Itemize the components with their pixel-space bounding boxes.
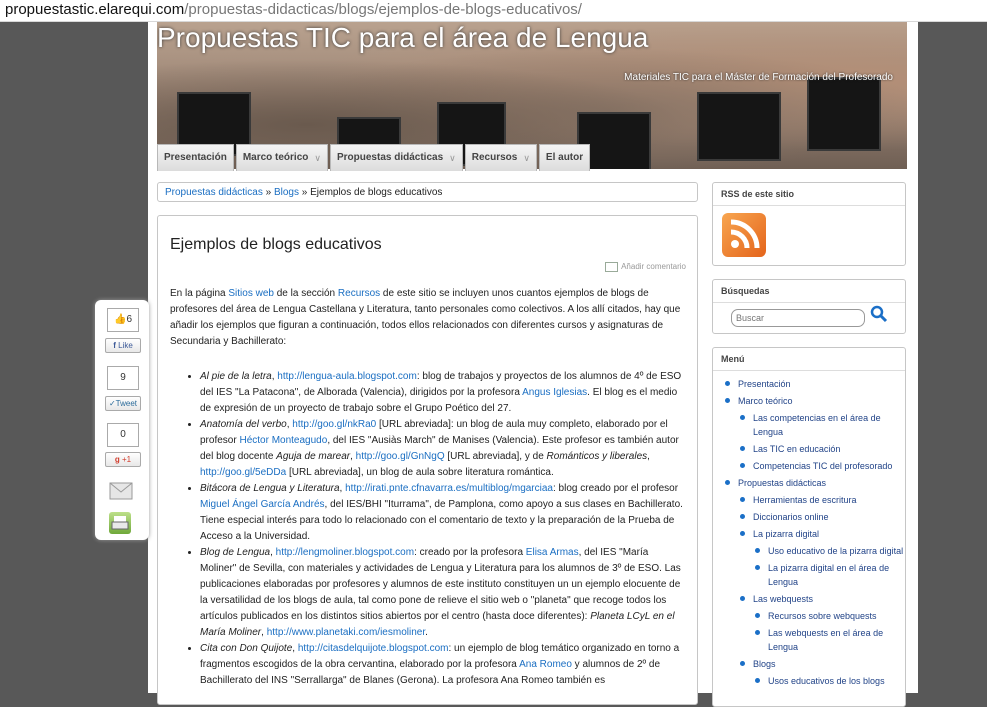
menu-title: Menú xyxy=(713,348,905,371)
breadcrumb-current: Ejemplos de blogs educativos xyxy=(310,187,443,198)
search-widget: Búsquedas xyxy=(712,279,906,334)
search-icon[interactable] xyxy=(870,305,888,323)
article: Ejemplos de blogs educativos Añadir come… xyxy=(157,215,698,705)
blog-link[interactable]: http://www.planetaki.com/iesmoliner xyxy=(267,627,425,638)
menu-item-propuestas[interactable]: Propuestas didácticas Herramientas de es… xyxy=(723,476,905,688)
comment-icon xyxy=(605,262,619,272)
list-item: Blog de Lengua, http://lengmoliner.blogs… xyxy=(200,545,686,641)
menu-item-marco-competencias-tic[interactable]: Competencias TIC del profesorado xyxy=(738,459,905,473)
menu-item-pizarra[interactable]: La pizarra digital Uso educativo de la p… xyxy=(738,527,905,589)
like-count: 👍6 xyxy=(107,308,139,332)
blog-link[interactable]: http://goo.gl/5eDDa xyxy=(200,467,286,478)
menu-item-herramientas[interactable]: Herramientas de escritura xyxy=(738,493,905,507)
breadcrumb-link-propuestas[interactable]: Propuestas didácticas xyxy=(165,187,263,198)
tweet-button[interactable]: ✓Tweet xyxy=(105,396,141,411)
person-link[interactable]: Héctor Monteagudo xyxy=(239,435,327,446)
blog-link[interactable]: http://citasdelquijote.blogspot.com xyxy=(298,643,449,654)
facebook-icon: f xyxy=(113,341,116,350)
menu-item-marco-tic[interactable]: Las TIC en educación xyxy=(738,442,905,456)
list-item: Bitácora de Lengua y Literatura, http://… xyxy=(200,481,686,545)
twitter-icon: ✓ xyxy=(108,399,116,408)
facebook-like-button[interactable]: f Like xyxy=(105,338,141,353)
list-item: Anatomía del verbo, http://goo.gl/nkRa0 … xyxy=(200,417,686,481)
email-icon[interactable] xyxy=(109,480,133,502)
menu-item-marco-competencias[interactable]: Las competencias en el área de Lengua xyxy=(738,411,905,439)
header-photo-shape xyxy=(697,92,781,161)
breadcrumb-link-blogs[interactable]: Blogs xyxy=(274,187,299,198)
print-icon[interactable] xyxy=(109,512,131,534)
blog-link[interactable]: http://goo.gl/GnNgQ xyxy=(356,451,445,462)
url-path: /propuestas-didacticas/blogs/ejemplos-de… xyxy=(184,1,582,18)
chevron-down-icon: ∨ xyxy=(523,153,530,163)
search-input[interactable] xyxy=(731,309,865,327)
header-photo-shape xyxy=(807,77,881,151)
menu-item-pizarra-lengua[interactable]: La pizarra digital en el área de Lengua xyxy=(753,561,905,589)
url-host: propuestastic.elarequi.com xyxy=(5,1,185,18)
nav-item-recursos[interactable]: Recursos ∨ xyxy=(464,144,537,171)
google-plus-button[interactable]: g +1 xyxy=(105,452,141,467)
blog-list: Al pie de la letra, http://lengua-aula.b… xyxy=(170,369,686,689)
menu-item-webquests-lengua[interactable]: Las webquests en el área de Lengua xyxy=(753,626,905,654)
rss-icon[interactable] xyxy=(722,213,766,257)
page: Propuestas TIC para el área de Lengua Ma… xyxy=(148,22,918,707)
google-icon: g xyxy=(114,455,120,464)
link-recursos[interactable]: Recursos xyxy=(338,288,380,299)
breadcrumb-separator: » xyxy=(301,187,308,198)
breadcrumb-separator: » xyxy=(265,187,272,198)
nav-item-propuestas[interactable]: Propuestas didácticas ∨ xyxy=(329,144,463,171)
breadcrumb: Propuestas didácticas » Blogs » Ejemplos… xyxy=(157,182,698,202)
article-intro: En la página Sitios web de la sección Re… xyxy=(170,288,681,347)
blog-link[interactable]: http://goo.gl/nkRa0 xyxy=(292,419,376,430)
person-link[interactable]: Elisa Armas xyxy=(526,547,579,558)
share-bar: 👍6 f Like 9 ✓Tweet 0 g +1 xyxy=(95,300,149,540)
link-sitios-web[interactable]: Sitios web xyxy=(228,288,274,299)
menu-item-webquests-recursos[interactable]: Recursos sobre webquests xyxy=(753,609,905,623)
person-link[interactable]: Angus Iglesias xyxy=(522,387,587,398)
list-item: Al pie de la letra, http://lengua-aula.b… xyxy=(200,369,686,417)
menu-item-presentacion[interactable]: Presentación xyxy=(723,377,905,391)
nav-item-marco-teorico[interactable]: Marco teórico ∨ xyxy=(235,144,328,171)
main-nav: Presentación Marco teórico ∨ Propuestas d… xyxy=(157,144,591,171)
menu-item-marco[interactable]: Marco teórico Las competencias en el áre… xyxy=(723,394,905,473)
thumbs-up-icon: 👍 xyxy=(113,314,127,325)
menu-widget: Menú Presentación Marco teórico Las comp… xyxy=(712,347,906,707)
add-comment-link[interactable]: Añadir comentario xyxy=(170,262,686,272)
search-title: Búsquedas xyxy=(713,280,905,303)
menu-item-blogs[interactable]: Blogs Usos educativos de los blogs xyxy=(738,657,905,688)
blog-link[interactable]: http://lengua-aula.blogspot.com xyxy=(277,371,417,382)
address-bar[interactable]: propuestastic.elarequi.com/propuestas-di… xyxy=(0,0,987,22)
person-link[interactable]: Miguel Ángel García Andrés xyxy=(200,499,325,510)
blog-link[interactable]: http://lengmoliner.blogspot.com xyxy=(276,547,414,558)
page-title: Ejemplos de blogs educativos xyxy=(170,236,382,253)
chevron-down-icon: ∨ xyxy=(449,153,456,163)
rss-title: RSS de este sitio xyxy=(713,183,905,206)
menu-item-webquests[interactable]: Las webquests Recursos sobre webquests L… xyxy=(738,592,905,654)
menu-item-pizarra-uso[interactable]: Uso educativo de la pizarra digital xyxy=(753,544,905,558)
person-link[interactable]: Ana Romeo xyxy=(519,659,572,670)
chevron-down-icon: ∨ xyxy=(314,153,321,163)
blog-link[interactable]: http://irati.pnte.cfnavarra.es/multiblog… xyxy=(345,483,553,494)
nav-item-presentacion[interactable]: Presentación xyxy=(157,144,234,171)
rss-widget: RSS de este sitio xyxy=(712,182,906,266)
menu-item-blogs-usos[interactable]: Usos educativos de los blogs xyxy=(753,674,905,688)
menu-item-diccionarios[interactable]: Diccionarios online xyxy=(738,510,905,524)
list-item: Cita con Don Quijote, http://citasdelqui… xyxy=(200,641,686,689)
site-title[interactable]: Propuestas TIC para el área de Lengua xyxy=(157,22,648,54)
nav-item-el-autor[interactable]: El autor xyxy=(538,144,591,171)
plusone-count: 0 xyxy=(107,423,139,447)
tweet-count: 9 xyxy=(107,366,139,390)
site-subtitle: Materiales TIC para el Máster de Formaci… xyxy=(624,72,893,83)
menu-list: Presentación Marco teórico Las competenc… xyxy=(713,371,905,688)
